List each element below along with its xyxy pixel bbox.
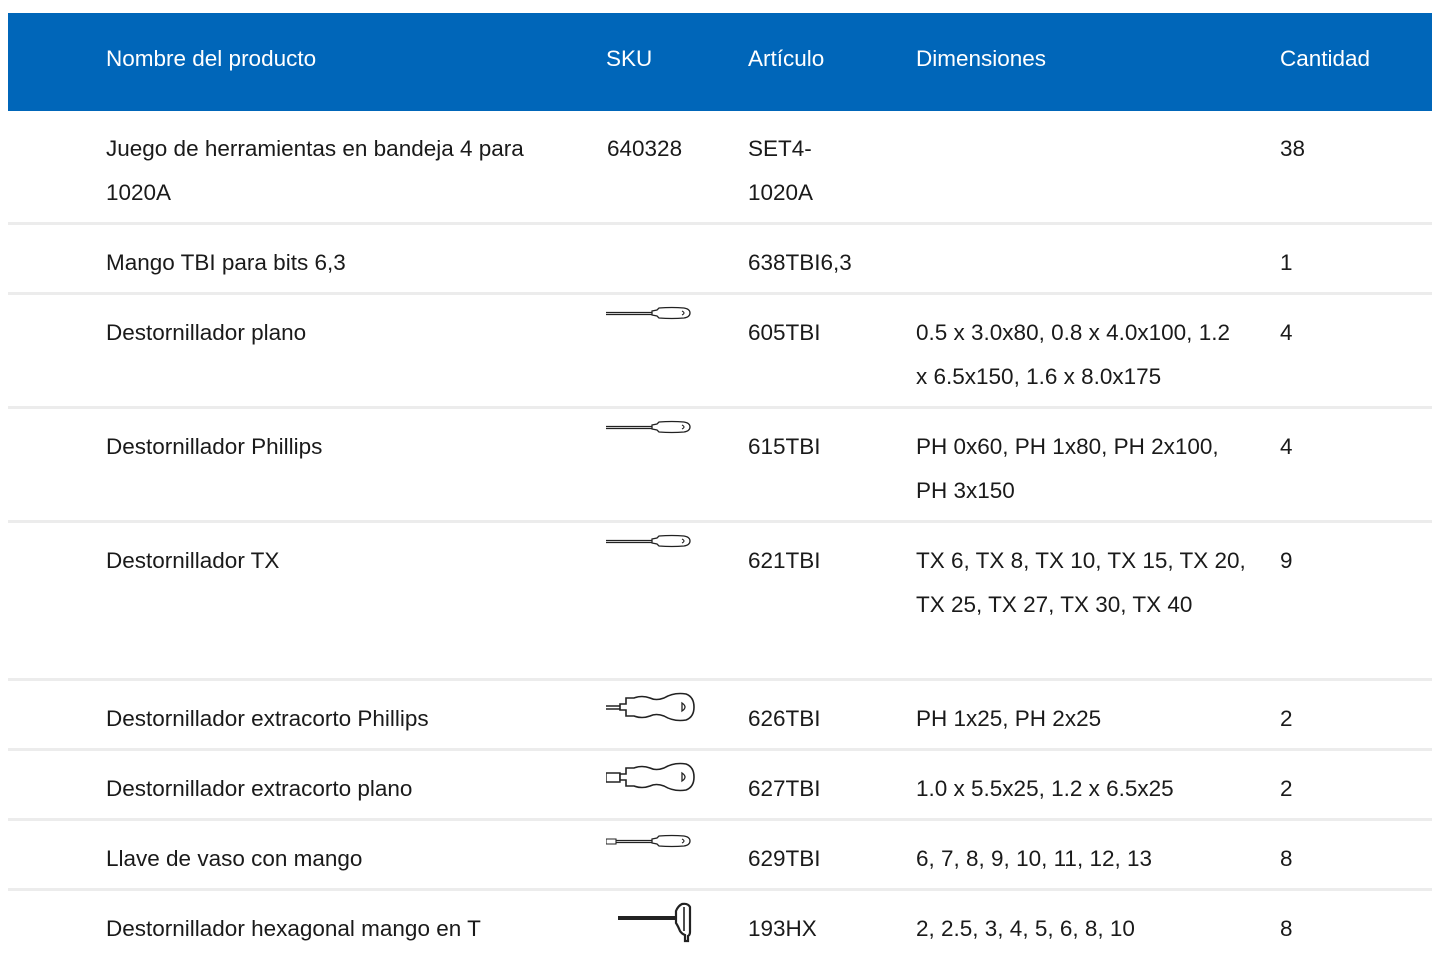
article-code: 621TBI: [748, 548, 821, 573]
dimensions: 6, 7, 8, 9, 10, 11, 12, 13: [916, 846, 1153, 871]
table-row: Destornillador extracorto plano 627TBI 1…: [8, 751, 1432, 821]
product-name: Destornillador extracorto plano: [106, 776, 413, 801]
table-row: Destornillador extracorto Phillips 626TB…: [8, 681, 1432, 751]
table-row: Llave de vaso con mango 629TBI 6, 7, 8, …: [8, 821, 1432, 891]
quantity: 8: [1280, 846, 1293, 871]
quantity: 4: [1280, 320, 1293, 345]
table-row: Destornillador plano 605TBI 0.5 x 3.0x80…: [8, 295, 1432, 409]
product-name: Destornillador extracorto Phillips: [106, 706, 429, 731]
dimensions: 1.0 x 5.5x25, 1.2 x 6.5x25: [916, 776, 1174, 801]
article-code: 615TBI: [748, 434, 821, 459]
dimensions: PH 1x25, PH 2x25: [916, 706, 1102, 731]
quantity: 8: [1280, 916, 1293, 941]
product-name: Destornillador hexagonal mango en T: [106, 916, 481, 941]
table-row: Destornillador TX 621TBI TX 6, TX 8, TX …: [8, 523, 1432, 681]
product-table: Nombre del producto SKU Artículo Dimensi…: [8, 13, 1432, 961]
article-code: 627TBI: [748, 776, 821, 801]
article-code: 626TBI: [748, 706, 821, 731]
product-name: Destornillador plano: [106, 320, 307, 345]
header-quantity[interactable]: Cantidad: [1280, 13, 1370, 111]
article-code: 193HX: [748, 916, 817, 941]
header-article[interactable]: Artículo: [748, 13, 824, 111]
quantity: 4: [1280, 434, 1293, 459]
header-sku[interactable]: SKU: [606, 13, 652, 111]
article-code: 605TBI: [748, 320, 821, 345]
quantity: 2: [1280, 706, 1293, 731]
header-dimensions[interactable]: Dimensiones: [916, 13, 1046, 111]
table-row: Destornillador Phillips 615TBI PH 0x60, …: [8, 409, 1432, 523]
dimensions: PH 0x60, PH 1x80, PH 2x100, PH 3x150: [916, 434, 1219, 503]
dimensions: 2, 2.5, 3, 4, 5, 6, 8, 10: [916, 916, 1135, 941]
article-code: SET4-1020A: [748, 136, 814, 205]
sku: 640328: [607, 136, 683, 161]
article-code: 638TBI6,3: [748, 250, 852, 275]
dimensions: TX 6, TX 8, TX 10, TX 15, TX 20, TX 25, …: [916, 548, 1246, 617]
nut-driver-icon: [606, 833, 692, 849]
quantity: 38: [1280, 136, 1306, 161]
t-handle-hex-key-icon: [616, 901, 696, 943]
long-phillips-screwdriver-icon: [606, 419, 692, 435]
table-row: Juego de herramientas en bandeja 4 para …: [8, 111, 1432, 225]
long-flat-screwdriver-icon: [606, 305, 692, 321]
quantity: 1: [1280, 250, 1293, 275]
long-torx-screwdriver-icon: [606, 533, 692, 549]
quantity: 2: [1280, 776, 1293, 801]
stubby-flat-screwdriver-icon: [606, 761, 696, 795]
dimensions: 0.5 x 3.0x80, 0.8 x 4.0x100, 1.2 x 6.5x1…: [916, 320, 1230, 389]
product-name: Llave de vaso con mango: [106, 846, 363, 871]
table-header: Nombre del producto SKU Artículo Dimensi…: [8, 13, 1432, 111]
header-product-name[interactable]: Nombre del producto: [106, 13, 316, 111]
product-name: Mango TBI para bits 6,3: [106, 250, 346, 275]
table-row: Destornillador hexagonal mango en T 193H…: [8, 891, 1432, 961]
table-row: Mango TBI para bits 6,3 638TBI6,3 1: [8, 225, 1432, 295]
stubby-phillips-screwdriver-icon: [606, 691, 696, 725]
product-name: Destornillador TX: [106, 548, 280, 573]
product-name: Destornillador Phillips: [106, 434, 323, 459]
product-name: Juego de herramientas en bandeja 4 para …: [106, 136, 524, 205]
article-code: 629TBI: [748, 846, 821, 871]
quantity: 9: [1280, 548, 1293, 573]
